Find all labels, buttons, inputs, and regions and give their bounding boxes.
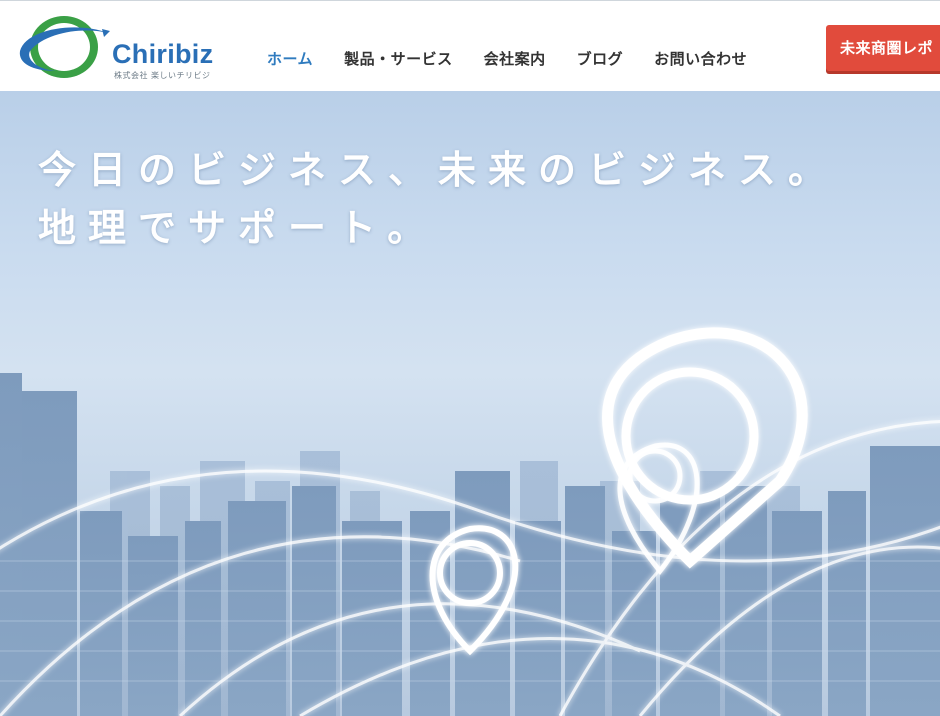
site-header: Chiribiz 株式会社 楽しいチリビジ ホーム 製品・サービス 会社案内 ブ… — [0, 0, 940, 91]
hero-headline: 今日のビジネス、未来のビジネス。 地理でサポート。 — [38, 141, 838, 257]
main-nav: ホーム 製品・サービス 会社案内 ブログ お問い合わせ — [267, 48, 778, 69]
report-cta-button[interactable]: 未来商圏レポ — [826, 25, 940, 71]
nav-item-contact[interactable]: お問い合わせ — [654, 48, 747, 69]
logo[interactable]: Chiribiz 株式会社 楽しいチリビジ — [16, 11, 226, 83]
hero-headline-line-2: 地理でサポート。 — [38, 206, 438, 250]
hero-banner: 今日のビジネス、未来のビジネス。 地理でサポート。 — [0, 91, 940, 716]
logo-globe-icon — [19, 16, 110, 78]
brand-name: Chiribiz — [112, 39, 214, 69]
brand-tagline: 株式会社 楽しいチリビジ — [114, 71, 211, 80]
hero-headline-line-1: 今日のビジネス、未来のビジネス。 — [38, 148, 839, 192]
nav-item-blog[interactable]: ブログ — [577, 48, 624, 69]
nav-item-company[interactable]: 会社案内 — [484, 48, 546, 69]
nav-item-products[interactable]: 製品・サービス — [344, 48, 453, 69]
nav-item-home[interactable]: ホーム — [267, 48, 313, 69]
